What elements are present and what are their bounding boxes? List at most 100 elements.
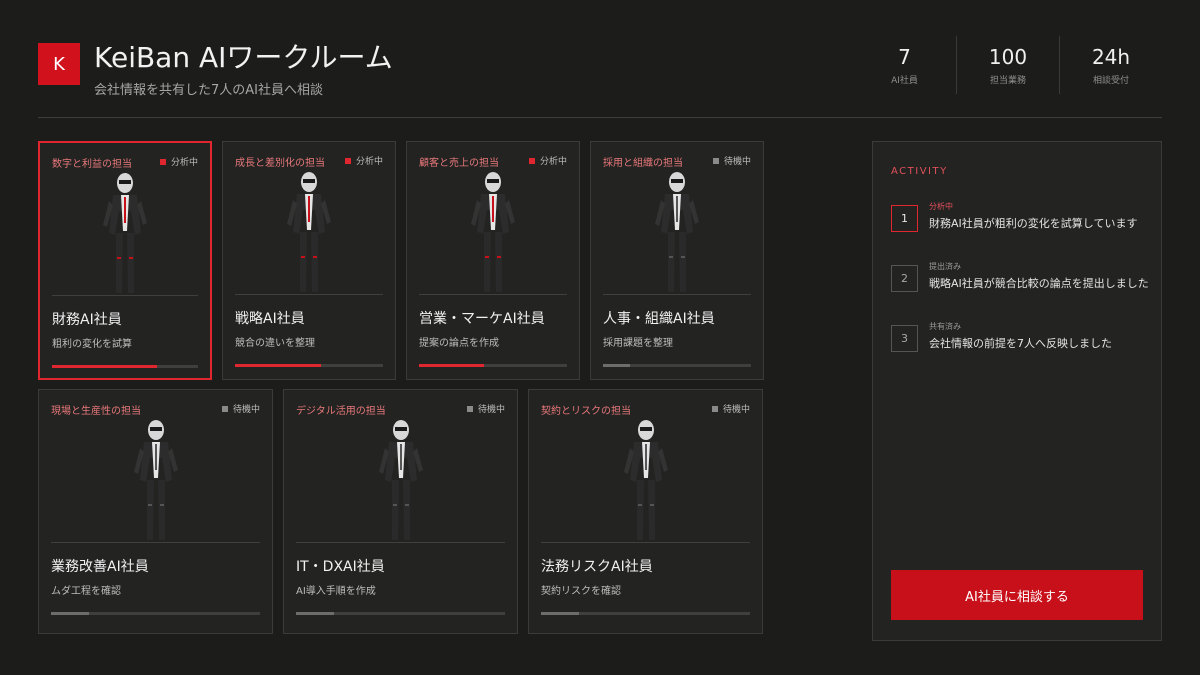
- agent-category: 現場と生産性の担当: [51, 406, 141, 417]
- agent-category: 数字と利益の担当: [52, 159, 132, 170]
- agent-progress-fill: [419, 364, 485, 367]
- agent-task: 粗利の変化を試算: [52, 339, 132, 350]
- stat-tasks: 100 担当業務: [956, 36, 1059, 94]
- stat-value: 7: [898, 44, 911, 69]
- agent-card-legal[interactable]: 契約とリスクの担当 待機中 法務リスクAI社員 契約リスクを確認: [528, 389, 763, 634]
- agent-status-label: 分析中: [170, 158, 198, 168]
- agent-card-strategy[interactable]: 成長と差別化の担当 分析中 戦略AI社員 競合の違いを整理: [222, 141, 396, 380]
- status-indicator-icon: [711, 405, 718, 412]
- agent-avatar: [361, 418, 441, 542]
- agent-name: 法務リスクAI社員: [541, 559, 653, 575]
- card-divider: [603, 294, 751, 295]
- activity-number: 1: [891, 205, 918, 232]
- agent-task: 競合の違いを整理: [235, 338, 315, 349]
- agent-progress-fill: [541, 612, 579, 615]
- consult-button[interactable]: AI社員に相談する: [891, 570, 1143, 620]
- agent-name: 財務AI社員: [52, 312, 122, 328]
- agent-avatar: [85, 171, 165, 295]
- activity-panel: ACTIVITY 1 分析中 財務AI社員が粗利の変化を試算しています 2 提出…: [872, 141, 1162, 641]
- activity-text: 財務AI社員が粗利の変化を試算しています: [929, 217, 1138, 230]
- card-divider: [51, 542, 260, 543]
- agent-card-sales-marketing[interactable]: 顧客と売上の担当 分析中 営業・マーケAI社員 提案の論点を作成: [406, 141, 580, 380]
- agent-status-label: 待機中: [232, 405, 260, 415]
- stats-bar: 7 AI社員 100 担当業務 24h 相談受付: [853, 36, 1162, 94]
- card-divider: [419, 294, 567, 295]
- agent-status: 待機中: [466, 402, 505, 415]
- agent-name: 業務改善AI社員: [51, 559, 149, 575]
- stat-label: 相談受付: [1092, 75, 1129, 86]
- agent-status: 待機中: [221, 402, 260, 415]
- agent-name: 営業・マーケAI社員: [419, 311, 545, 327]
- agent-avatar: [269, 170, 349, 294]
- status-indicator-icon: [466, 405, 473, 412]
- activity-title: ACTIVITY: [891, 166, 948, 177]
- stat-value: 24h: [1091, 44, 1131, 69]
- agent-task: 提案の論点を作成: [419, 338, 499, 349]
- agent-task: AI導入手順を作成: [296, 586, 376, 597]
- agent-status: 分析中: [344, 154, 383, 167]
- agent-status: 待機中: [712, 154, 751, 167]
- activity-number: 3: [891, 325, 918, 352]
- agent-status: 待機中: [711, 402, 750, 415]
- header-divider: [38, 117, 1162, 118]
- status-indicator-icon: [159, 158, 166, 165]
- activity-text: 戦略AI社員が競合比較の論点を提出しました: [929, 277, 1149, 290]
- app-title: KeiBan AIワークルーム: [94, 41, 393, 74]
- stat-value: 100: [988, 44, 1028, 69]
- agent-avatar: [606, 418, 686, 542]
- agent-category: デジタル活用の担当: [296, 406, 386, 417]
- card-divider: [235, 294, 383, 295]
- card-divider: [52, 295, 198, 296]
- agent-status-label: 分析中: [355, 157, 383, 167]
- agent-avatar: [453, 170, 533, 294]
- agent-category: 顧客と売上の担当: [419, 158, 499, 169]
- app-subtitle: 会社情報を共有した7人のAI社員へ相談: [94, 83, 323, 98]
- agent-status-label: 待機中: [477, 405, 505, 415]
- activity-number: 2: [891, 265, 918, 292]
- agent-progress-fill: [603, 364, 630, 367]
- agent-progress-fill: [235, 364, 321, 367]
- status-indicator-icon: [528, 157, 535, 164]
- activity-status: 分析中: [929, 202, 953, 211]
- agent-name: 人事・組織AI社員: [603, 311, 715, 327]
- agent-card-hr[interactable]: 採用と組織の担当 待機中 人事・組織AI社員 採用課題を整理: [590, 141, 764, 380]
- agent-progress-bar: [541, 612, 750, 615]
- agent-progress-fill: [52, 365, 158, 368]
- agent-category: 契約とリスクの担当: [541, 406, 631, 417]
- agent-category: 採用と組織の担当: [603, 158, 683, 169]
- agent-status-label: 分析中: [539, 157, 567, 167]
- agent-task: ムダ工程を確認: [51, 586, 121, 597]
- agent-status-label: 待機中: [723, 157, 751, 167]
- activity-status: 提出済み: [929, 262, 961, 271]
- stat-ai-staff: 7 AI社員: [853, 36, 956, 94]
- agent-avatar: [637, 170, 717, 294]
- agent-status: 分析中: [159, 155, 198, 168]
- agent-progress-bar: [51, 612, 260, 615]
- status-indicator-icon: [712, 157, 719, 164]
- activity-status: 共有済み: [929, 322, 961, 331]
- status-indicator-icon: [221, 405, 228, 412]
- agent-avatar: [116, 418, 196, 542]
- activity-text: 会社情報の前提を7人へ反映しました: [929, 337, 1112, 350]
- agent-card-operations[interactable]: 現場と生産性の担当 待機中 業務改善AI社員 ムダ工程を確認: [38, 389, 273, 634]
- agent-task: 採用課題を整理: [603, 338, 673, 349]
- card-divider: [541, 542, 750, 543]
- card-divider: [296, 542, 505, 543]
- agent-progress-bar: [52, 365, 198, 368]
- agent-status: 分析中: [528, 154, 567, 167]
- agent-status-label: 待機中: [722, 405, 750, 415]
- agent-progress-bar: [419, 364, 567, 367]
- stat-label: 担当業務: [989, 75, 1026, 86]
- agent-card-finance[interactable]: 数字と利益の担当 分析中 財務AI社員 粗利の変化を試算: [38, 141, 212, 380]
- agent-progress-fill: [296, 612, 334, 615]
- stat-hours: 24h 相談受付: [1059, 36, 1162, 94]
- stat-label: AI社員: [891, 75, 918, 86]
- agent-name: IT・DXAI社員: [296, 559, 385, 575]
- agent-progress-fill: [51, 612, 89, 615]
- agent-progress-bar: [296, 612, 505, 615]
- status-indicator-icon: [344, 157, 351, 164]
- agent-card-it-dx[interactable]: デジタル活用の担当 待機中 IT・DXAI社員 AI導入手順を作成: [283, 389, 518, 634]
- agent-category: 成長と差別化の担当: [235, 158, 325, 169]
- agent-progress-bar: [603, 364, 751, 367]
- agent-name: 戦略AI社員: [235, 311, 305, 327]
